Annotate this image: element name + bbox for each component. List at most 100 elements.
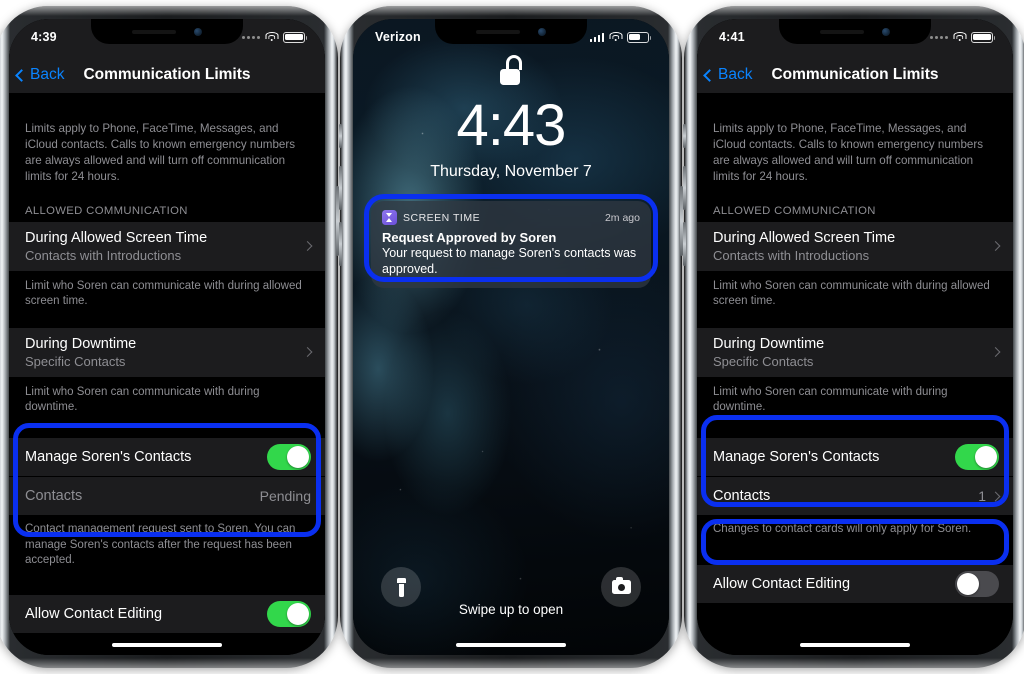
earpiece-speaker (132, 29, 176, 34)
row-contacts[interactable]: Contacts 1 (697, 477, 1013, 515)
phone-middle: Verizon 4:43 Thursday, November 7 SCREEN… (339, 6, 683, 668)
allow-contact-editing-toggle[interactable] (267, 600, 311, 627)
manage-group-footer: Changes to contact cards will only apply… (713, 523, 972, 535)
cell-footer: Limit who Soren can communicate with dur… (25, 385, 260, 414)
back-button-label: Back (718, 66, 753, 83)
row-label: Contacts (713, 488, 771, 504)
screenshot-stage: 4:39 Back Communication Limits Limits ap… (0, 0, 1024, 674)
front-camera-icon (882, 27, 890, 36)
back-button[interactable]: Back (15, 66, 65, 84)
section-header-allowed-communication: ALLOWED COMMUNICATION (25, 204, 188, 217)
home-indicator[interactable] (112, 642, 222, 647)
back-button[interactable]: Back (703, 66, 753, 84)
flashlight-button[interactable] (381, 567, 421, 607)
wifi-icon (953, 32, 966, 42)
signal-dots-icon (242, 35, 260, 39)
manage-contacts-toggle[interactable] (955, 444, 999, 470)
cell-subtitle: Specific Contacts (25, 353, 126, 369)
lock-date: Thursday, November 7 (430, 163, 592, 180)
phone-right-screen: 4:41 Back Communication Limits Limits ap… (697, 19, 1013, 655)
settings-content: Limits apply to Phone, FaceTime, Message… (697, 93, 1013, 655)
row-label: Allow Contact Editing (25, 605, 163, 622)
status-indicators (242, 31, 308, 43)
flashlight-icon (396, 577, 406, 597)
notch (779, 19, 931, 44)
row-contacts[interactable]: Contacts Pending (9, 477, 325, 515)
battery-icon (283, 31, 308, 43)
chevron-left-icon (15, 68, 28, 82)
camera-button[interactable] (601, 567, 641, 607)
notification-body: Your request to manage Soren's contacts … (382, 246, 637, 276)
lock-screen-bottom: Swipe up to open (353, 545, 669, 655)
swipe-hint: Swipe up to open (458, 602, 564, 617)
mute-switch[interactable] (683, 124, 686, 148)
hourglass-icon (382, 210, 397, 225)
row-value: 1 (978, 488, 986, 504)
communication-limits-page: 4:41 Back Communication Limits Limits ap… (697, 19, 1013, 655)
cell-title: During Downtime (25, 335, 137, 352)
front-camera-icon (194, 27, 202, 36)
intro-blurb: Limits apply to Phone, FaceTime, Message… (713, 122, 984, 183)
unlocked-padlock-icon (498, 55, 524, 85)
notification-title: Request Approved by Soren (382, 230, 557, 245)
lock-screen-header: 4:43 Thursday, November 7 (353, 55, 669, 181)
row-label: Manage Soren's Contacts (25, 449, 192, 465)
chevron-left-icon (703, 68, 716, 82)
home-indicator[interactable] (800, 642, 910, 647)
section-header-allowed-communication: ALLOWED COMMUNICATION (713, 204, 876, 217)
manage-group-footer: Contact management request sent to Soren… (25, 523, 296, 567)
volume-up-button[interactable] (339, 166, 342, 210)
cell-footer: Limit who Soren can communicate with dur… (713, 385, 948, 414)
battery-icon (971, 31, 996, 43)
row-manage-contacts[interactable]: Manage Soren's Contacts (9, 438, 325, 476)
cell-subtitle: Contacts with Introductions (25, 247, 182, 263)
cell-during-downtime[interactable]: During Downtime Specific Contacts (697, 327, 1013, 377)
volume-down-button[interactable] (339, 222, 342, 266)
row-manage-contacts[interactable]: Manage Soren's Contacts (697, 438, 1013, 476)
wifi-icon (609, 32, 622, 42)
notch (91, 19, 243, 44)
status-time: 4:41 (719, 30, 745, 44)
cell-subtitle: Specific Contacts (713, 353, 814, 369)
mute-switch[interactable] (339, 124, 342, 148)
cell-footer: Limit who Soren can communicate with dur… (25, 279, 302, 308)
row-label: Contacts (25, 488, 83, 504)
manage-contacts-toggle[interactable] (267, 444, 311, 470)
notification-screen-time[interactable]: SCREEN TIME 2m ago Request Approved by S… (371, 201, 651, 288)
phone-middle-screen: Verizon 4:43 Thursday, November 7 SCREEN… (353, 19, 669, 655)
row-label: Manage Soren's Contacts (713, 449, 880, 465)
row-label: Allow Contact Editing (713, 575, 851, 592)
cell-during-allowed-screen-time[interactable]: During Allowed Screen Time Contacts with… (697, 221, 1013, 271)
status-indicators (930, 31, 996, 43)
row-allow-contact-editing[interactable]: Allow Contact Editing (9, 594, 325, 633)
signal-bars-icon (589, 32, 604, 42)
phone-left: 4:39 Back Communication Limits Limits ap… (0, 6, 339, 668)
intro-blurb: Limits apply to Phone, FaceTime, Message… (25, 122, 296, 183)
notch (435, 19, 587, 44)
lock-clock: 4:43 (456, 93, 567, 158)
earpiece-speaker (476, 29, 520, 34)
volume-down-button[interactable] (683, 222, 686, 266)
status-indicators (589, 31, 652, 43)
camera-icon (611, 577, 631, 594)
phone-right: 4:41 Back Communication Limits Limits ap… (683, 6, 1024, 668)
cell-title: During Downtime (713, 335, 825, 352)
cell-during-allowed-screen-time[interactable]: During Allowed Screen Time Contacts with… (9, 221, 325, 271)
back-button-label: Back (30, 66, 65, 83)
cell-during-downtime[interactable]: During Downtime Specific Contacts (9, 327, 325, 377)
notification-time: 2m ago (604, 211, 640, 224)
battery-icon (627, 31, 652, 43)
wifi-icon (265, 32, 278, 42)
volume-up-button[interactable] (683, 166, 686, 210)
cell-subtitle: Contacts with Introductions (713, 247, 870, 263)
communication-limits-page: 4:39 Back Communication Limits Limits ap… (9, 19, 325, 655)
status-time: 4:39 (31, 30, 57, 44)
settings-content: Limits apply to Phone, FaceTime, Message… (9, 93, 325, 655)
allow-contact-editing-toggle[interactable] (955, 570, 999, 597)
front-camera-icon (538, 27, 546, 36)
row-value-wrap: 1 (978, 488, 1001, 504)
earpiece-speaker (820, 29, 864, 34)
chevron-right-icon (990, 491, 1001, 501)
cell-title: During Allowed Screen Time (25, 229, 208, 246)
row-allow-contact-editing[interactable]: Allow Contact Editing (697, 564, 1013, 603)
